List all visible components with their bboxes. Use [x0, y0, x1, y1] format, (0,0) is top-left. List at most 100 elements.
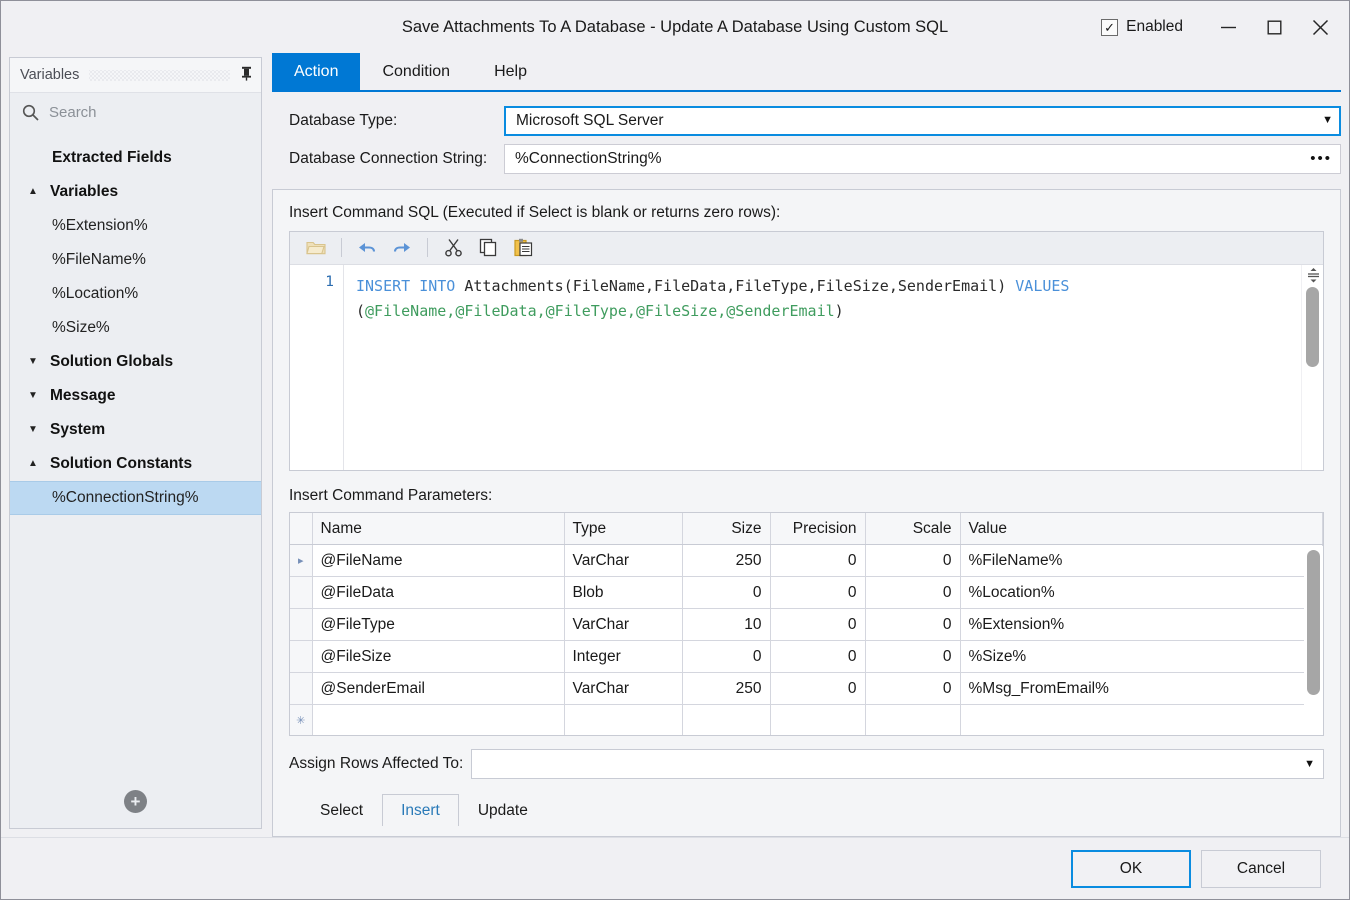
cancel-button[interactable]: Cancel: [1201, 849, 1321, 888]
cell-scale[interactable]: 0: [865, 576, 961, 610]
column-header-scale[interactable]: Scale: [865, 512, 961, 546]
cell-scale[interactable]: 0: [865, 640, 961, 674]
pin-icon[interactable]: [240, 66, 253, 84]
cell-size[interactable]: 250: [682, 544, 771, 578]
column-header-precision[interactable]: Precision: [770, 512, 866, 546]
tree-item-extension[interactable]: %Extension%: [10, 209, 261, 243]
paste-icon[interactable]: [507, 234, 539, 261]
cell-precision[interactable]: 0: [770, 608, 866, 642]
table-row[interactable]: @SenderEmail VarChar 250 0 0 %Msg_FromEmail%: [290, 672, 1324, 706]
column-header-type[interactable]: Type: [564, 512, 683, 546]
cell-type[interactable]: Blob: [564, 576, 683, 610]
cell-type[interactable]: VarChar: [564, 608, 683, 642]
enabled-checkbox-box[interactable]: ✓: [1101, 18, 1119, 36]
chevron-down-icon[interactable]: ▼: [28, 357, 50, 367]
cell-precision[interactable]: 0: [770, 640, 866, 674]
connection-string-input[interactable]: %ConnectionString% •••: [504, 143, 1342, 174]
column-header-name[interactable]: Name: [312, 512, 565, 546]
cell-type[interactable]: VarChar: [564, 544, 683, 578]
maximize-icon[interactable]: [1251, 8, 1297, 46]
cell-scale[interactable]: 0: [865, 672, 961, 706]
tree-item-size[interactable]: %Size%: [10, 311, 261, 345]
cell-type[interactable]: [564, 704, 683, 736]
cell-value[interactable]: %Extension%: [960, 608, 1324, 642]
undo-icon[interactable]: [351, 234, 383, 261]
cell-scale[interactable]: 0: [865, 544, 961, 578]
cell-name[interactable]: [312, 704, 565, 736]
assign-rows-affected-select[interactable]: ▼: [471, 749, 1325, 780]
cell-value[interactable]: %FileName%: [960, 544, 1324, 578]
chevron-down-icon[interactable]: ▼: [1322, 115, 1333, 126]
sql-code[interactable]: INSERT INTO Attachments(FileName,FileDat…: [344, 265, 1301, 470]
tab-help[interactable]: Help: [472, 53, 549, 90]
cell-value[interactable]: %Msg_FromEmail%: [960, 672, 1324, 706]
cell-precision[interactable]: [770, 704, 866, 736]
tree-item-solution-constants[interactable]: ▲ Solution Constants: [10, 447, 261, 481]
split-view-handle[interactable]: [1306, 267, 1320, 284]
cell-name[interactable]: @FileName: [312, 544, 565, 578]
cell-type[interactable]: VarChar: [564, 672, 683, 706]
search-input[interactable]: [49, 103, 229, 121]
cell-value[interactable]: [960, 704, 1324, 736]
sql-code-area[interactable]: 1 INSERT INTO Attachments(FileName,FileD…: [290, 264, 1324, 470]
cell-name[interactable]: @SenderEmail: [312, 672, 565, 706]
tab-condition[interactable]: Condition: [360, 53, 472, 90]
sql-vertical-scrollbar[interactable]: [1301, 264, 1324, 470]
plus-icon[interactable]: +: [124, 789, 147, 813]
table-row[interactable]: @FileType VarChar 10 0 0 %Extension%: [290, 608, 1324, 642]
redo-icon[interactable]: [386, 234, 418, 261]
tab-action[interactable]: Action: [272, 53, 361, 90]
cell-value[interactable]: %Location%: [960, 576, 1324, 610]
cell-precision[interactable]: 0: [770, 576, 866, 610]
browse-button[interactable]: •••: [1310, 151, 1334, 166]
tree-item-variables[interactable]: ▲ Variables: [10, 175, 261, 209]
cell-size[interactable]: 250: [682, 672, 771, 706]
row-marker-header[interactable]: [290, 512, 313, 546]
add-variable-button[interactable]: +: [10, 774, 261, 828]
tree-item-message[interactable]: ▼ Message: [10, 379, 261, 413]
close-icon[interactable]: [1297, 8, 1343, 46]
tree-item-system[interactable]: ▼ System: [10, 413, 261, 447]
cell-name[interactable]: @FileType: [312, 608, 565, 642]
open-file-icon[interactable]: [300, 234, 332, 261]
enabled-checkbox[interactable]: ✓ Enabled: [1101, 18, 1183, 36]
drag-grip-icon[interactable]: [89, 69, 230, 81]
column-header-value[interactable]: Value: [960, 512, 1324, 546]
tree-item-location[interactable]: %Location%: [10, 277, 261, 311]
chevron-down-icon[interactable]: ▼: [28, 425, 50, 435]
column-header-size[interactable]: Size: [682, 512, 771, 546]
cell-size[interactable]: 10: [682, 608, 771, 642]
chevron-up-icon[interactable]: ▲: [28, 187, 50, 197]
cell-scale[interactable]: 0: [865, 608, 961, 642]
cell-scale[interactable]: [865, 704, 961, 736]
tree-item-solution-globals[interactable]: ▼ Solution Globals: [10, 345, 261, 379]
tree-item-connectionstring[interactable]: %ConnectionString%: [10, 481, 261, 515]
sql-editor[interactable]: 1 INSERT INTO Attachments(FileName,FileD…: [289, 230, 1325, 471]
parameters-grid[interactable]: Name Type Size Precision Scale Value ▸ @FileNa…: [289, 511, 1325, 737]
variables-search-row[interactable]: [10, 93, 261, 131]
minimize-icon[interactable]: [1205, 8, 1251, 46]
tree-item-extracted-fields[interactable]: Extracted Fields: [10, 141, 261, 175]
sql-scrollbar-thumb[interactable]: [1306, 286, 1320, 367]
cut-icon[interactable]: [437, 234, 469, 261]
table-row[interactable]: ✳: [290, 704, 1324, 736]
cell-value[interactable]: %Size%: [960, 640, 1324, 674]
cell-size[interactable]: 0: [682, 640, 771, 674]
chevron-down-icon[interactable]: ▼: [1304, 758, 1315, 770]
subtab-insert[interactable]: Insert: [382, 794, 459, 827]
cell-size[interactable]: 0: [682, 576, 771, 610]
cell-type[interactable]: Integer: [564, 640, 683, 674]
copy-icon[interactable]: [472, 234, 504, 261]
chevron-up-icon[interactable]: ▲: [28, 459, 50, 469]
table-row[interactable]: @FileSize Integer 0 0 0 %Size%: [290, 640, 1324, 674]
database-type-select[interactable]: Microsoft SQL Server ▼: [504, 105, 1342, 136]
tree-item-filename[interactable]: %FileName%: [10, 243, 261, 277]
cell-name[interactable]: @FileSize: [312, 640, 565, 674]
subtab-update[interactable]: Update: [459, 794, 547, 826]
cell-name[interactable]: @FileData: [312, 576, 565, 610]
table-row[interactable]: @FileData Blob 0 0 0 %Location%: [290, 576, 1324, 610]
chevron-down-icon[interactable]: ▼: [28, 391, 50, 401]
ok-button[interactable]: OK: [1071, 849, 1191, 888]
grid-scrollbar-thumb[interactable]: [1307, 549, 1321, 695]
cell-precision[interactable]: 0: [770, 544, 866, 578]
